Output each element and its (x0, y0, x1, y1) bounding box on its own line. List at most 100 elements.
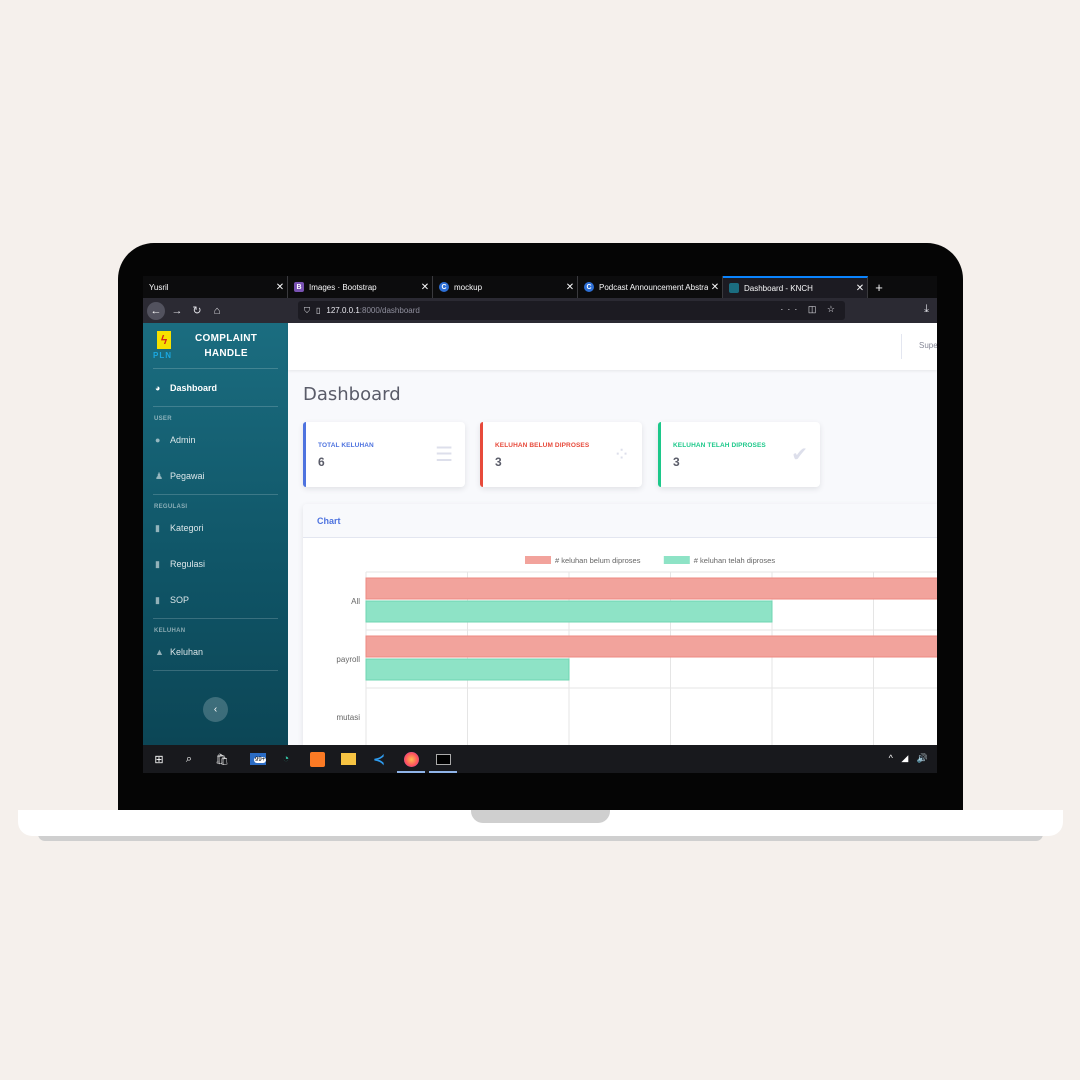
card-keluhan-belum-diproses: KELUHAN BELUM DIPROSES 3 ⁘ (480, 422, 642, 487)
chart-card: Chart # keluhan belum diproses # keluhan … (303, 504, 937, 754)
tachometer-icon: ◕ (155, 382, 161, 393)
bar (365, 600, 773, 623)
firefox-active-indicator (397, 771, 425, 773)
browser-navbar: ← → ↻ ⌂ ⛉ ▯ 127.0.0.1:8000/dashboard ···… (143, 298, 937, 323)
firefox-icon[interactable] (401, 749, 421, 769)
sidebar-item-sop[interactable]: ▮ SOP (143, 582, 288, 618)
sidebar-item-regulasi[interactable]: ▮ Regulasi (143, 546, 288, 582)
browser-tab-yusril[interactable]: Yusril ✕ (143, 276, 288, 298)
sidebar: ϟ PLN COMPLAINT HANDLE ◕ Dashboard USER … (143, 323, 288, 745)
browser-tab-mockup[interactable]: C mockup ✕ (433, 276, 578, 298)
url-host: 127.0.0.1 (326, 306, 360, 315)
legend-swatch (525, 556, 551, 564)
tab-label: Yusril (149, 282, 169, 292)
bootstrap-icon: B (294, 282, 304, 292)
card-value: 3 (495, 455, 502, 469)
file-icon: ▮ (155, 522, 160, 533)
sidebar-item-admin[interactable]: ● Admin (143, 422, 288, 458)
sidebar-item-dashboard[interactable]: ◕ Dashboard (143, 369, 288, 406)
pocket-icon[interactable]: ◫ (808, 304, 821, 314)
tab-label: Podcast Announcement Abstra (599, 282, 708, 292)
url-actions[interactable]: ··· ◫ ☆ (780, 304, 839, 315)
topbar: Super (288, 323, 937, 370)
browser-tab-podcast[interactable]: C Podcast Announcement Abstra ✕ (578, 276, 723, 298)
user-icon: ♟ (155, 470, 164, 481)
category-tick-label: mutasi (336, 713, 360, 722)
card-keluhan-telah-diproses: KELUHAN TELAH DIPROSES 3 ✔ (658, 422, 820, 487)
sidebar-item-label: Regulasi (170, 559, 206, 569)
card-value: 6 (318, 455, 325, 469)
tab-close-icon[interactable]: ✕ (418, 282, 432, 293)
download-icon[interactable]: ⤓ (924, 303, 929, 316)
sidebar-item-label: Admin (170, 435, 196, 445)
more-icon[interactable]: ··· (780, 304, 801, 314)
laptop-notch (471, 810, 610, 823)
back-button[interactable]: ← (147, 301, 165, 320)
brand-line-1: COMPLAINT (195, 332, 258, 344)
tab-close-icon[interactable]: ✕ (853, 283, 867, 294)
check-icon: ✔ (791, 444, 808, 466)
tab-close-icon[interactable]: ✕ (273, 282, 287, 293)
card-label: KELUHAN TELAH DIPROSES (673, 442, 766, 449)
terminal-icon[interactable] (433, 749, 453, 769)
card-label: KELUHAN BELUM DIPROSES (495, 442, 590, 449)
tab-close-icon[interactable]: ✕ (708, 282, 722, 293)
card-accent (658, 422, 661, 487)
forward-button[interactable]: → (167, 305, 187, 317)
file-icon: ▮ (155, 558, 160, 569)
tab-label: Images · Bootstrap (309, 282, 377, 292)
sidebar-toggle-button[interactable]: ‹ (203, 697, 228, 722)
legend-label: # keluhan telah diproses (694, 556, 776, 565)
category-tick-label: All (351, 597, 360, 606)
browser-tab-dashboard[interactable]: Dashboard - KNCH ✕ (723, 276, 868, 298)
bookmark-star-icon[interactable]: ☆ (827, 304, 839, 314)
chart-card-title: Chart (303, 504, 937, 538)
card-value: 3 (673, 455, 680, 469)
sidebar-divider (153, 670, 278, 671)
mail-icon[interactable]: 99+ (245, 749, 271, 769)
card-accent (480, 422, 483, 487)
sidebar-item-keluhan[interactable]: ▲ Keluhan (143, 634, 288, 670)
sidebar-brand[interactable]: ϟ PLN COMPLAINT HANDLE (143, 323, 288, 368)
vscode-icon[interactable]: ≺ (369, 749, 389, 769)
tab-close-icon[interactable]: ✕ (563, 282, 577, 293)
brand-title: COMPLAINT HANDLE (195, 331, 257, 361)
bar (365, 577, 937, 600)
shield-icon: ⛉ (304, 305, 310, 315)
sidebar-item-label: Pegawai (170, 471, 205, 481)
warning-icon: ▲ (155, 647, 164, 657)
page-icon: ▯ (316, 306, 321, 315)
url-bar[interactable]: ⛉ ▯ 127.0.0.1:8000/dashboard ··· ◫ ☆ (298, 301, 845, 320)
system-tray[interactable]: ^ ◢ 🔊 (889, 753, 931, 764)
lightning-icon: ϟ (157, 330, 171, 349)
sidebar-item-pegawai[interactable]: ♟ Pegawai (143, 458, 288, 494)
edge-icon[interactable]: ◔ (276, 749, 296, 769)
bar-chart: # keluhan belum diproses # keluhan telah … (336, 556, 937, 754)
search-icon[interactable]: ⌕ (179, 749, 199, 769)
file-explorer-icon[interactable] (338, 749, 358, 769)
store-icon[interactable]: 🛍 (212, 749, 232, 769)
reload-button[interactable]: ↻ (187, 304, 207, 317)
sidebar-heading-keluhan: KELUHAN (154, 628, 186, 634)
sidebar-item-kategori[interactable]: ▮ Kategori (143, 510, 288, 546)
browser-tab-bootstrap[interactable]: B Images · Bootstrap ✕ (288, 276, 433, 298)
spinner-icon: ⁘ (613, 444, 630, 466)
sidebar-item-label: SOP (170, 595, 190, 605)
xampp-icon[interactable] (307, 749, 327, 769)
user-circle-icon: ● (155, 435, 161, 445)
bar (365, 658, 570, 681)
home-button[interactable]: ⌂ (207, 305, 227, 317)
windows-start-icon[interactable]: ⊞ (149, 749, 169, 769)
windows-taskbar: ⊞ ⌕ 🛍 99+ ◔ ≺ ^ ◢ 🔊 (143, 745, 937, 773)
file-icon: ▮ (155, 594, 160, 605)
new-tab-button[interactable]: + (868, 276, 890, 298)
user-name[interactable]: Super (919, 341, 937, 350)
app-area: ϟ PLN COMPLAINT HANDLE ◕ Dashboard USER … (143, 323, 937, 754)
browser-tab-bar: Yusril ✕ B Images · Bootstrap ✕ C mockup… (143, 276, 937, 298)
laptop-screen: Yusril ✕ B Images · Bootstrap ✕ C mockup… (143, 276, 937, 773)
sidebar-item-label: Dashboard (170, 382, 218, 393)
terminal-active-indicator (429, 771, 457, 773)
topbar-divider (901, 334, 902, 359)
bar (365, 635, 937, 658)
pln-logo: ϟ PLN (153, 329, 175, 363)
